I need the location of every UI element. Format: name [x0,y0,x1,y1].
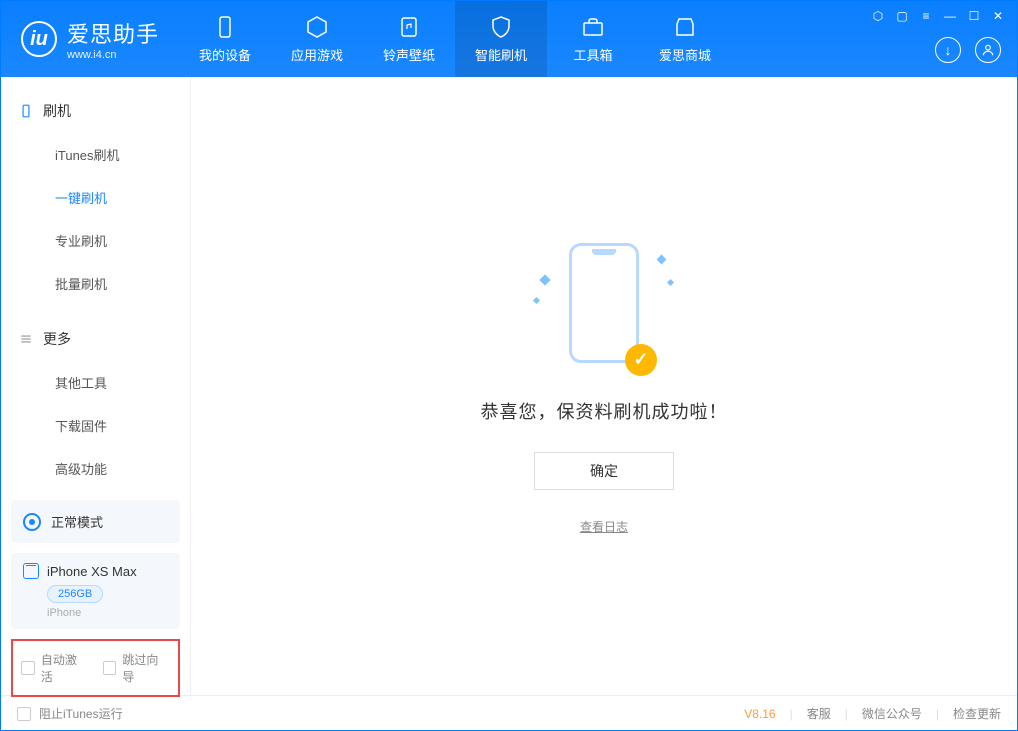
mode-card[interactable]: 正常模式 [11,500,180,543]
sidebar-item-pro-flash[interactable]: 专业刷机 [1,219,190,262]
tab-toolbox[interactable]: 工具箱 [547,1,639,77]
view-log-link[interactable]: 查看日志 [580,518,628,535]
mode-label: 正常模式 [51,512,103,531]
header-actions: ↓ [935,37,1001,63]
window-controls: ⬡ ▢ ≡ — ☐ ✕ [871,9,1005,23]
mode-icon [23,513,41,531]
footer-block-itunes[interactable]: 阻止iTunes运行 [17,705,123,722]
check-skip-guide[interactable]: 跳过向导 [103,651,171,685]
tab-store[interactable]: 爱思商城 [639,1,731,77]
sidebar-item-download-firmware[interactable]: 下载固件 [1,404,190,447]
download-button[interactable]: ↓ [935,37,961,63]
checkbox-icon [21,661,35,675]
checkbox-icon [17,707,31,721]
footer-link-wechat[interactable]: 微信公众号 [862,705,922,722]
footer-link-support[interactable]: 客服 [807,705,831,722]
logo-icon: iu [21,21,57,57]
tab-smart-flash[interactable]: 智能刷机 [455,1,547,77]
version-label: V8.16 [744,707,775,721]
device-capacity: 256GB [47,585,103,603]
menu-icon[interactable]: ≡ [919,9,933,23]
cube-icon [305,15,329,39]
tab-apps-games[interactable]: 应用游戏 [271,1,363,77]
device-icon [213,15,237,39]
sidebar-item-itunes-flash[interactable]: iTunes刷机 [1,133,190,176]
app-title: 爱思助手 [67,17,159,49]
main-content: ✓ 恭喜您，保资料刷机成功啦！ 确定 查看日志 [191,77,1017,695]
footer-link-update[interactable]: 检查更新 [953,705,1001,722]
check-auto-activate[interactable]: 自动激活 [21,651,89,685]
shield-icon [489,15,513,39]
device-name: iPhone XS Max [47,564,137,579]
store-icon [673,15,697,39]
checkbox-highlight-box: 自动激活 跳过向导 [11,639,180,697]
minimize-button[interactable]: — [943,9,957,23]
maximize-button[interactable]: ☐ [967,9,981,23]
sidebar: 刷机 iTunes刷机 一键刷机 专业刷机 批量刷机 更多 其他工具 下载固件 … [1,77,191,695]
checkbox-icon [103,661,117,675]
sidebar-item-batch-flash[interactable]: 批量刷机 [1,262,190,305]
sidebar-bottom: 正常模式 iPhone XS Max 256GB iPhone 自动激活 跳过向… [1,490,190,707]
music-icon [397,15,421,39]
body: 刷机 iTunes刷机 一键刷机 专业刷机 批量刷机 更多 其他工具 下载固件 … [1,77,1017,695]
close-button[interactable]: ✕ [991,9,1005,23]
sidebar-section-flash: 刷机 iTunes刷机 一键刷机 专业刷机 批量刷机 [1,77,190,305]
device-card[interactable]: iPhone XS Max 256GB iPhone [11,553,180,629]
phone-icon [23,563,39,579]
success-illustration: ✓ [559,238,649,368]
sidebar-section-more: 更多 其他工具 下载固件 高级功能 [1,305,190,490]
success-message: 恭喜您，保资料刷机成功啦！ [481,398,728,424]
tab-my-device[interactable]: 我的设备 [179,1,271,77]
app-logo: iu 爱思助手 www.i4.cn [1,17,179,61]
sidebar-head-more: 更多 [1,317,190,361]
sidebar-item-oneclick-flash[interactable]: 一键刷机 [1,176,190,219]
device-type: iPhone [47,607,168,619]
main-tabs: 我的设备 应用游戏 铃声壁纸 智能刷机 工具箱 爱思商城 [179,1,731,77]
ok-button[interactable]: 确定 [534,452,674,490]
sidebar-item-other-tools[interactable]: 其他工具 [1,361,190,404]
header: iu 爱思助手 www.i4.cn 我的设备 应用游戏 铃声壁纸 智能刷机 工具… [1,1,1017,77]
settings-icon[interactable]: ⬡ [871,9,885,23]
sidebar-item-advanced[interactable]: 高级功能 [1,447,190,490]
sidebar-head-flash: 刷机 [1,89,190,133]
app-subtitle: www.i4.cn [67,49,159,61]
tab-ringtones-wallpapers[interactable]: 铃声壁纸 [363,1,455,77]
user-button[interactable] [975,37,1001,63]
skin-icon[interactable]: ▢ [895,9,909,23]
toolbox-icon [581,15,605,39]
check-icon: ✓ [625,344,657,376]
